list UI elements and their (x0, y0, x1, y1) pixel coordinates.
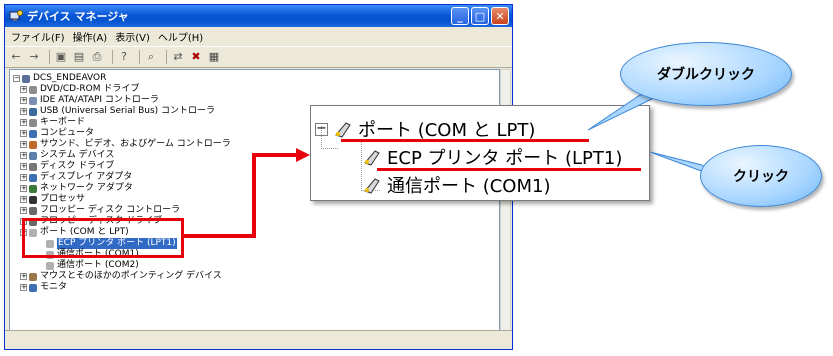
callout-click-label: クリック (733, 169, 789, 185)
callout-double-click-label: ダブルクリック (657, 67, 755, 83)
callout-double-click: ダブルクリック (620, 42, 792, 106)
callout-click: クリック (700, 145, 822, 207)
